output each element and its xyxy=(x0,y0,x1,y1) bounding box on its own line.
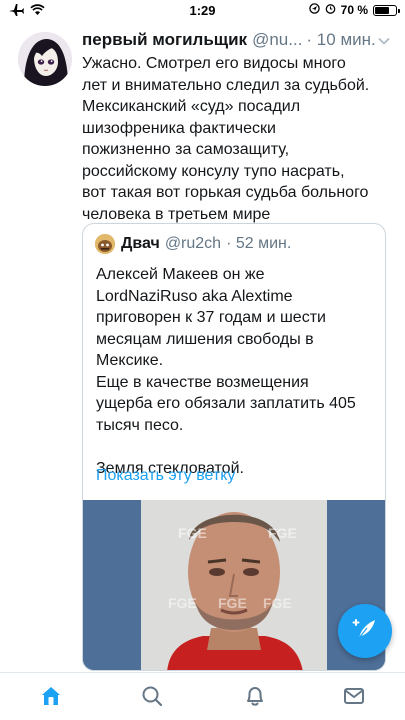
tweet-header: первый могильщик @nu... · 10 мин. xyxy=(82,30,392,52)
tab-bar xyxy=(0,672,405,720)
battery-fill xyxy=(375,6,389,14)
status-right: 70 % xyxy=(308,3,400,17)
tweet-time: · 10 мин. xyxy=(306,30,376,49)
quote-header: Двач @ru2ch · 52 мин. xyxy=(95,234,291,254)
notifications-icon[interactable] xyxy=(242,683,268,709)
quote-author-handle: @ru2ch xyxy=(164,235,222,252)
author-handle[interactable]: @nu... xyxy=(252,30,302,50)
chevron-down-icon[interactable] xyxy=(376,33,392,49)
quote-author-name: Двач xyxy=(121,235,160,252)
tweet-body: первый могильщик @nu... · 10 мин. Ужасно… xyxy=(82,30,392,225)
quoted-tweet[interactable]: Двач @ru2ch · 52 мин. Алексей Макеев он … xyxy=(82,223,386,671)
search-icon[interactable] xyxy=(139,683,165,709)
watermark-text-4: FGE xyxy=(218,595,247,611)
battery-icon xyxy=(373,4,400,16)
status-bar: 1:29 70 % xyxy=(0,0,405,22)
compose-tweet-button[interactable] xyxy=(338,604,392,658)
quote-time: · 52 мин. xyxy=(226,235,292,252)
battery-percent: 70 % xyxy=(340,3,368,17)
tweet-text: Ужасно. Смотрел его видосы много лет и в… xyxy=(82,55,370,223)
avatar[interactable] xyxy=(18,32,72,86)
watermark-text-2: FGE xyxy=(268,525,297,541)
quote-avatar xyxy=(95,234,115,254)
watermark-text-5: FGE xyxy=(263,595,292,611)
alarm-icon xyxy=(325,3,336,17)
author-name[interactable]: первый могильщик xyxy=(82,30,247,50)
quote-text: Алексей Макеев он же LordNaziRuso aka Al… xyxy=(96,266,356,477)
home-icon[interactable] xyxy=(38,683,64,709)
watermark-text-1: FGE xyxy=(178,525,207,541)
show-thread-link[interactable]: Показать эту ветку xyxy=(96,467,235,485)
messages-icon[interactable] xyxy=(341,683,367,709)
watermark-text-3: FGE xyxy=(168,595,197,611)
location-icon xyxy=(308,3,320,17)
quote-image[interactable]: FGE FGE FGE FGE FGE xyxy=(83,500,385,670)
compose-feather-icon xyxy=(352,616,378,647)
